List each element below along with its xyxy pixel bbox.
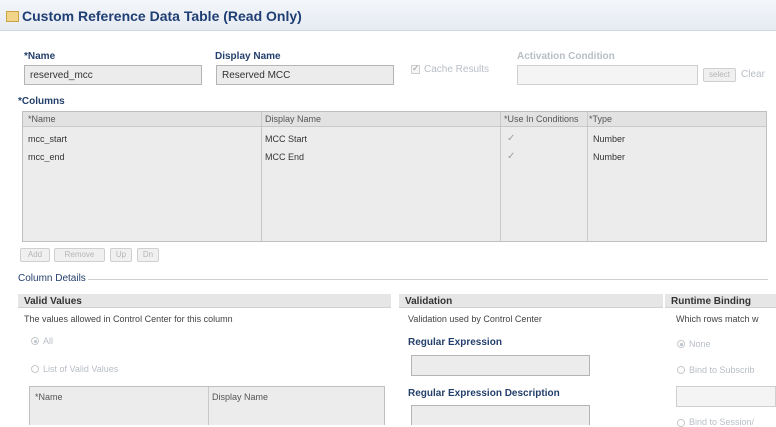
column-divider: [208, 387, 209, 425]
column-details-label: Column Details: [18, 273, 86, 284]
page-title: Custom Reference Data Table (Read Only): [22, 8, 302, 24]
col-header-type[interactable]: *Type: [589, 114, 612, 124]
cache-results-checkbox[interactable]: ✓: [411, 63, 420, 74]
table-row[interactable]: mcc_start MCC Start ✓ Number: [23, 132, 766, 149]
row-display-name: MCC Start: [265, 134, 308, 144]
check-icon: ✓: [507, 133, 516, 144]
list-of-valid-values-radio[interactable]: [31, 365, 39, 373]
regex-description-field[interactable]: [411, 405, 590, 425]
regex-description-label: Regular Expression Description: [408, 388, 560, 399]
col-header-use-in-conditions[interactable]: *Use In Conditions: [504, 114, 587, 124]
display-name-field[interactable]: Reserved MCC: [216, 65, 394, 85]
runtime-binding-description: Which rows match w: [676, 314, 759, 324]
runtime-binding-heading: Runtime Binding: [665, 294, 776, 308]
divider: [88, 279, 768, 280]
none-label: None: [689, 339, 711, 349]
bind-subscriber-field: [676, 386, 776, 407]
valid-values-heading: Valid Values: [18, 294, 391, 308]
bind-subscriber-label: Bind to Subscrib: [689, 365, 755, 375]
valid-values-table: *Name Display Name: [29, 386, 385, 425]
table-icon: [6, 11, 19, 22]
regex-label: Regular Expression: [408, 337, 502, 348]
regex-field[interactable]: [411, 355, 590, 376]
row-name: mcc_start: [28, 134, 68, 144]
columns-table: *Name Display Name *Use In Conditions *T…: [22, 111, 767, 242]
name-field[interactable]: reserved_mcc: [24, 65, 202, 85]
columns-label: *Columns: [18, 96, 65, 107]
display-name-label: Display Name: [215, 51, 281, 62]
bind-subscriber-radio[interactable]: [677, 366, 685, 374]
move-down-button[interactable]: Dn: [137, 248, 159, 262]
columns-table-header: *Name Display Name *Use In Conditions *T…: [23, 112, 766, 127]
bind-session-label: Bind to Session/: [689, 417, 755, 427]
col-header-display-name[interactable]: Display Name: [265, 114, 321, 124]
row-type: Number: [593, 134, 626, 144]
activation-condition-field: [517, 65, 698, 85]
bind-session-radio[interactable]: [677, 419, 685, 427]
select-button[interactable]: select: [703, 68, 736, 82]
vv-header-name[interactable]: *Name: [35, 392, 63, 402]
validation-heading: Validation: [399, 294, 663, 308]
none-radio[interactable]: [677, 340, 685, 348]
row-name: mcc_end: [28, 152, 65, 162]
cache-results-label: Cache Results: [424, 64, 490, 75]
list-of-valid-values-label: List of Valid Values: [43, 364, 119, 374]
check-icon: ✓: [412, 63, 420, 73]
vv-header-display-name[interactable]: Display Name: [212, 392, 268, 402]
all-label: All: [43, 336, 54, 346]
remove-button[interactable]: Remove: [54, 248, 105, 262]
add-button[interactable]: Add: [20, 248, 50, 262]
validation-description: Validation used by Control Center: [408, 314, 542, 324]
col-header-name[interactable]: *Name: [28, 114, 56, 124]
valid-values-description: The values allowed in Control Center for…: [24, 314, 233, 324]
clear-link[interactable]: Clear: [741, 69, 765, 80]
move-up-button[interactable]: Up: [110, 248, 132, 262]
row-type: Number: [593, 152, 626, 162]
table-row[interactable]: mcc_end MCC End ✓ Number: [23, 150, 766, 167]
name-label: *Name: [24, 51, 56, 62]
check-icon: ✓: [507, 151, 516, 162]
row-display-name: MCC End: [265, 152, 305, 162]
all-radio[interactable]: [31, 337, 39, 345]
activation-condition-label: Activation Condition: [517, 51, 615, 62]
